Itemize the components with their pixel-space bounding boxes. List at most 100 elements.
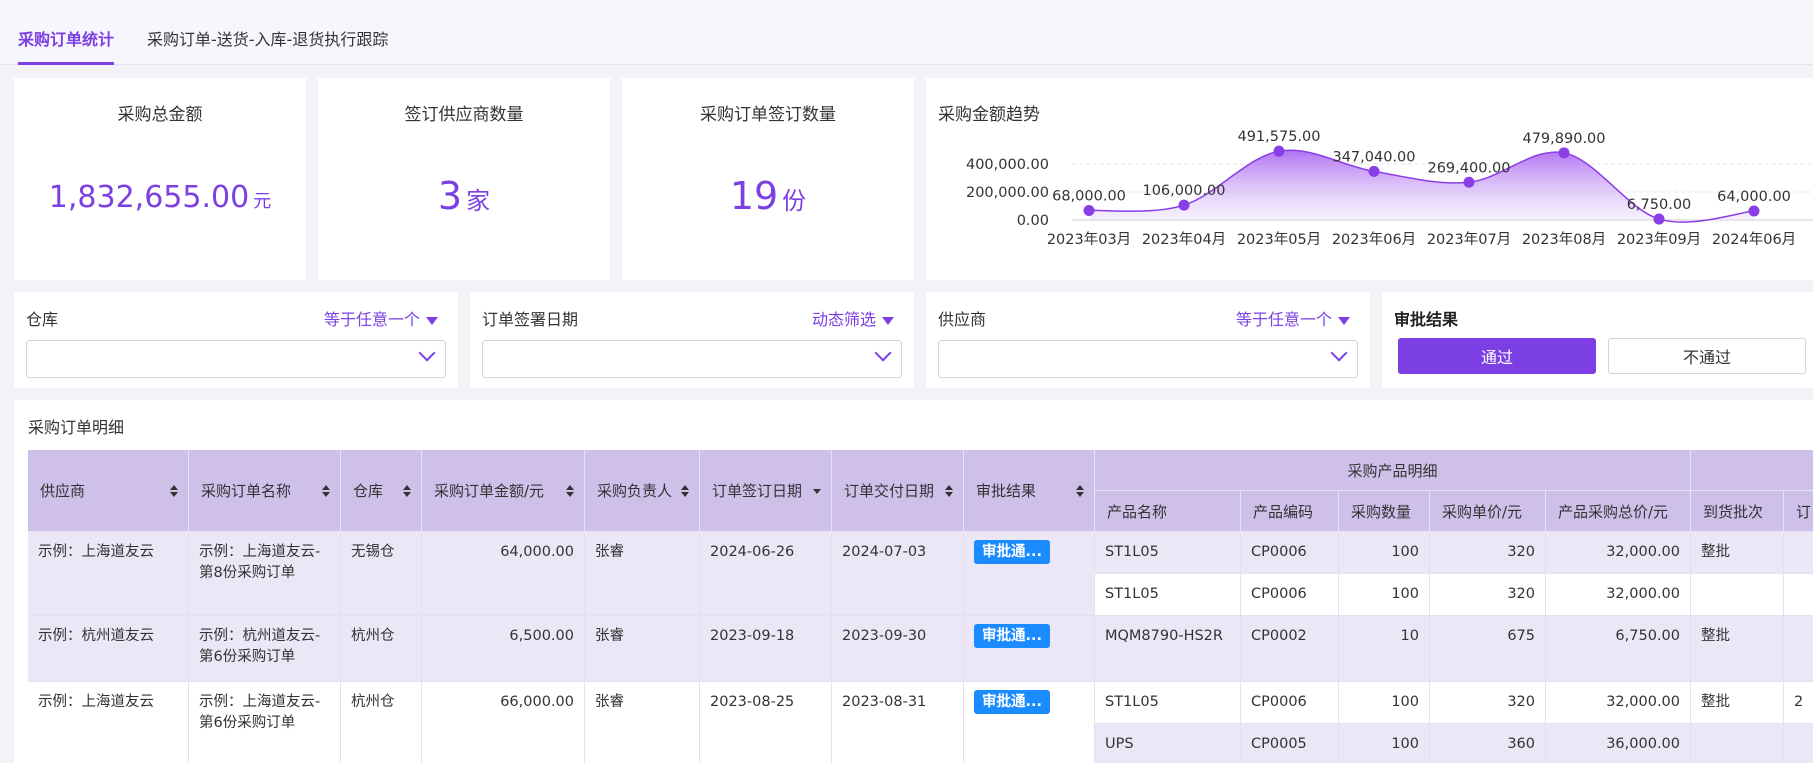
tab-purchase-order-stats[interactable]: 采购订单统计 — [18, 26, 115, 65]
column-header-product-total[interactable]: 产品采购总价/元 — [1546, 491, 1691, 532]
filter-mode-label: 等于任意一个 — [1235, 310, 1332, 329]
supplier-select[interactable] — [938, 340, 1358, 378]
column-header-delivery-date[interactable]: 订单交付日期 — [832, 450, 964, 532]
x-tick-label: 2023年06月 — [1332, 231, 1416, 248]
column-label: 仓库 — [353, 482, 384, 500]
kpi-unit: 家 — [466, 187, 491, 215]
cell-owner: 张睿 — [585, 616, 700, 682]
column-label: 产品编码 — [1253, 502, 1314, 521]
sort-desc-icon — [403, 491, 411, 497]
column-label: 订单签订日期 — [712, 482, 803, 500]
column-label: 产品名称 — [1107, 502, 1168, 521]
approval-pass-button[interactable]: 通过 — [1398, 338, 1596, 374]
cell-product-code: CP0005 — [1241, 724, 1339, 763]
column-header-product-code[interactable]: 产品编码 — [1241, 491, 1339, 532]
approval-fail-button[interactable]: 不通过 — [1608, 338, 1806, 374]
column-header-amount[interactable]: 采购订单金额/元 — [422, 450, 585, 532]
filter-mode-dropdown[interactable]: 动态筛选 — [812, 306, 894, 330]
cell-qty: 10 — [1339, 616, 1430, 682]
group-label: 采购产品明细 — [1347, 461, 1438, 480]
cell-product-name: ST1L05 — [1095, 574, 1241, 616]
cell-supplier: 示例：上海道友云 — [28, 532, 189, 616]
cell-unit-price: 320 — [1430, 532, 1546, 574]
data-point — [1273, 145, 1285, 157]
sort-asc-icon — [170, 484, 178, 490]
cell-arrival-batch: 整批 — [1691, 682, 1784, 724]
cell-qty: 100 — [1339, 724, 1430, 763]
filter-mode-dropdown[interactable]: 等于任意一个 — [324, 306, 438, 330]
cell-warehouse: 杭州仓 — [341, 616, 422, 682]
cell-sign-date: 2023-08-25 — [700, 682, 832, 763]
column-header-qty[interactable]: 采购数量 — [1339, 491, 1430, 532]
cell-warehouse: 杭州仓 — [341, 682, 422, 763]
tab-execution-tracking[interactable]: 采购订单-送货-入库-退货执行跟踪 — [147, 26, 388, 62]
column-header-supplier[interactable]: 供应商 — [28, 450, 189, 532]
cell-product-total: 32,000.00 — [1546, 574, 1691, 616]
chevron-down-icon — [418, 344, 436, 362]
cell-partial: 2 — [1784, 682, 1813, 724]
cell-delivery-date: 2023-08-31 — [832, 682, 964, 763]
filter-label: 供应商 — [938, 310, 987, 329]
sign-date-select[interactable] — [482, 340, 902, 378]
column-header-product-name[interactable]: 产品名称 — [1095, 491, 1241, 532]
column-header-unit-price[interactable]: 采购单价/元 — [1430, 491, 1546, 532]
column-header-approval[interactable]: 审批结果 — [964, 450, 1095, 532]
cell-delivery-date: 2024-07-03 — [832, 532, 964, 616]
column-label: 订 — [1796, 502, 1812, 521]
table-title: 采购订单明细 — [28, 418, 125, 437]
column-header-owner[interactable]: 采购负责人 — [585, 450, 700, 532]
cell-order-name: 示例：上海道友云-第8份采购订单 — [189, 532, 341, 616]
cell-product-name: MQM8790-HS2R — [1095, 616, 1241, 682]
cell-arrival-batch — [1691, 724, 1784, 763]
sort-desc-icon — [322, 491, 330, 497]
cell-product-total: 32,000.00 — [1546, 532, 1691, 574]
column-label: 采购数量 — [1351, 502, 1412, 521]
approval-status-badge[interactable]: 审批通... — [974, 690, 1051, 714]
kpi-card-total-amount: 采购总金额 1,832,655.00 元 — [14, 78, 306, 280]
cell-qty: 100 — [1339, 532, 1430, 574]
cell-product-name: ST1L05 — [1095, 532, 1241, 574]
cell-product-code: CP0002 — [1241, 616, 1339, 682]
column-header-arrival-batch[interactable]: 到货批次 — [1691, 491, 1784, 532]
caret-down-icon — [882, 316, 894, 325]
column-header-sign-date[interactable]: 订单签订日期 — [700, 450, 832, 532]
cell-partial — [1784, 532, 1813, 574]
cell-arrival-batch: 整批 — [1691, 532, 1784, 574]
filter-mode-label: 等于任意一个 — [323, 310, 420, 329]
data-label: 68,000.00 — [1052, 188, 1126, 204]
kpi-title: 签订供应商数量 — [404, 105, 524, 125]
sort-desc-icon — [813, 488, 821, 494]
column-header-order-name[interactable]: 采购订单名称 — [189, 450, 341, 532]
cell-amount: 6,500.00 — [422, 616, 585, 682]
cell-arrival-batch: 整批 — [1691, 616, 1784, 682]
kpi-number: 19 — [729, 174, 779, 218]
cell-sign-date: 2023-09-18 — [700, 616, 832, 682]
filter-mode-dropdown[interactable]: 等于任意一个 — [1236, 306, 1350, 330]
kpi-number: 3 — [437, 174, 463, 218]
order-detail-panel: 采购订单明细 供应商 采购订单名称 仓库 采购订单金额/元 采购负责人 订单签订… — [14, 400, 1813, 763]
approval-status-badge[interactable]: 审批通... — [974, 540, 1051, 564]
sort-desc-icon — [681, 491, 689, 497]
approval-status-badge[interactable]: 审批通... — [974, 624, 1051, 648]
column-label: 采购单价/元 — [1442, 502, 1523, 521]
x-tick-label: 2023年03月 — [1047, 231, 1131, 248]
kpi-value: 3家 — [318, 174, 610, 218]
cell-approval: 审批通... — [964, 682, 1095, 763]
filter-label: 仓库 — [26, 310, 59, 329]
chevron-down-icon — [1330, 344, 1348, 362]
cell-unit-price: 675 — [1430, 616, 1546, 682]
column-label: 供应商 — [40, 482, 86, 500]
column-header-warehouse[interactable]: 仓库 — [341, 450, 422, 532]
data-label: 491,575.00 — [1237, 129, 1320, 145]
sort-asc-icon — [1076, 484, 1084, 490]
sort-asc-icon — [322, 484, 330, 490]
warehouse-select[interactable] — [26, 340, 446, 378]
column-group-header-extra — [1691, 450, 1813, 491]
cell-partial — [1784, 724, 1813, 763]
data-label: 6,750.00 — [1627, 197, 1692, 213]
column-header-partial[interactable]: 订 — [1784, 491, 1813, 532]
cell-order-name: 示例：上海道友云-第6份采购订单 — [189, 682, 341, 763]
sort-desc-icon — [945, 491, 953, 497]
cell-product-code: CP0006 — [1241, 532, 1339, 574]
kpi-title: 采购订单签订数量 — [700, 105, 836, 125]
